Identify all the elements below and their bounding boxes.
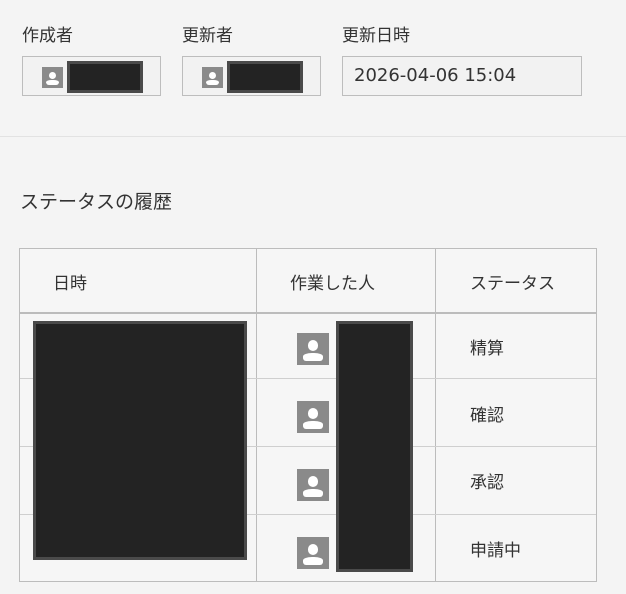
updated-by-value — [182, 56, 321, 96]
redacted-user-name — [227, 61, 303, 93]
status-history-title: ステータスの履歴 — [20, 191, 173, 213]
user-icon — [297, 537, 329, 569]
user-icon — [202, 67, 223, 88]
column-divider — [435, 249, 436, 581]
column-header-worker: 作業した人 — [290, 274, 375, 294]
status-cell: 申請中 — [470, 541, 521, 561]
redacted-datetime-block — [33, 321, 247, 560]
created-by-value — [22, 56, 161, 96]
redacted-user-name — [67, 61, 143, 93]
updated-at-value: 2026-04-06 15:04 — [342, 56, 582, 96]
user-icon — [297, 469, 329, 501]
created-by-field: 作成者 — [22, 24, 161, 96]
updated-at-field: 更新日時 2026-04-06 15:04 — [342, 24, 582, 96]
updated-by-field: 更新者 — [182, 24, 321, 96]
status-cell: 精算 — [470, 339, 504, 359]
table-header-row: 日時 作業した人 ステータス — [20, 249, 596, 314]
user-icon — [297, 333, 329, 365]
user-icon — [297, 401, 329, 433]
column-divider — [256, 249, 257, 581]
column-header-status: ステータス — [470, 274, 555, 294]
status-cell: 確認 — [470, 406, 504, 426]
updated-by-label: 更新者 — [182, 26, 233, 46]
created-by-label: 作成者 — [22, 26, 73, 46]
record-meta-panel: 作成者 更新者 更新日時 2026-04-06 15:04 — [0, 0, 626, 137]
status-history-table: 日時 作業した人 ステータス 精算 確認 承認 申請中 — [19, 248, 597, 582]
record-detail-page: 作成者 更新者 更新日時 2026-04-06 15:04 ステータスの履歴 日… — [0, 0, 626, 594]
column-header-datetime: 日時 — [53, 274, 87, 294]
status-cell: 承認 — [470, 473, 504, 493]
redacted-worker-names — [336, 321, 413, 572]
updated-at-label: 更新日時 — [342, 26, 410, 46]
user-icon — [42, 67, 63, 88]
